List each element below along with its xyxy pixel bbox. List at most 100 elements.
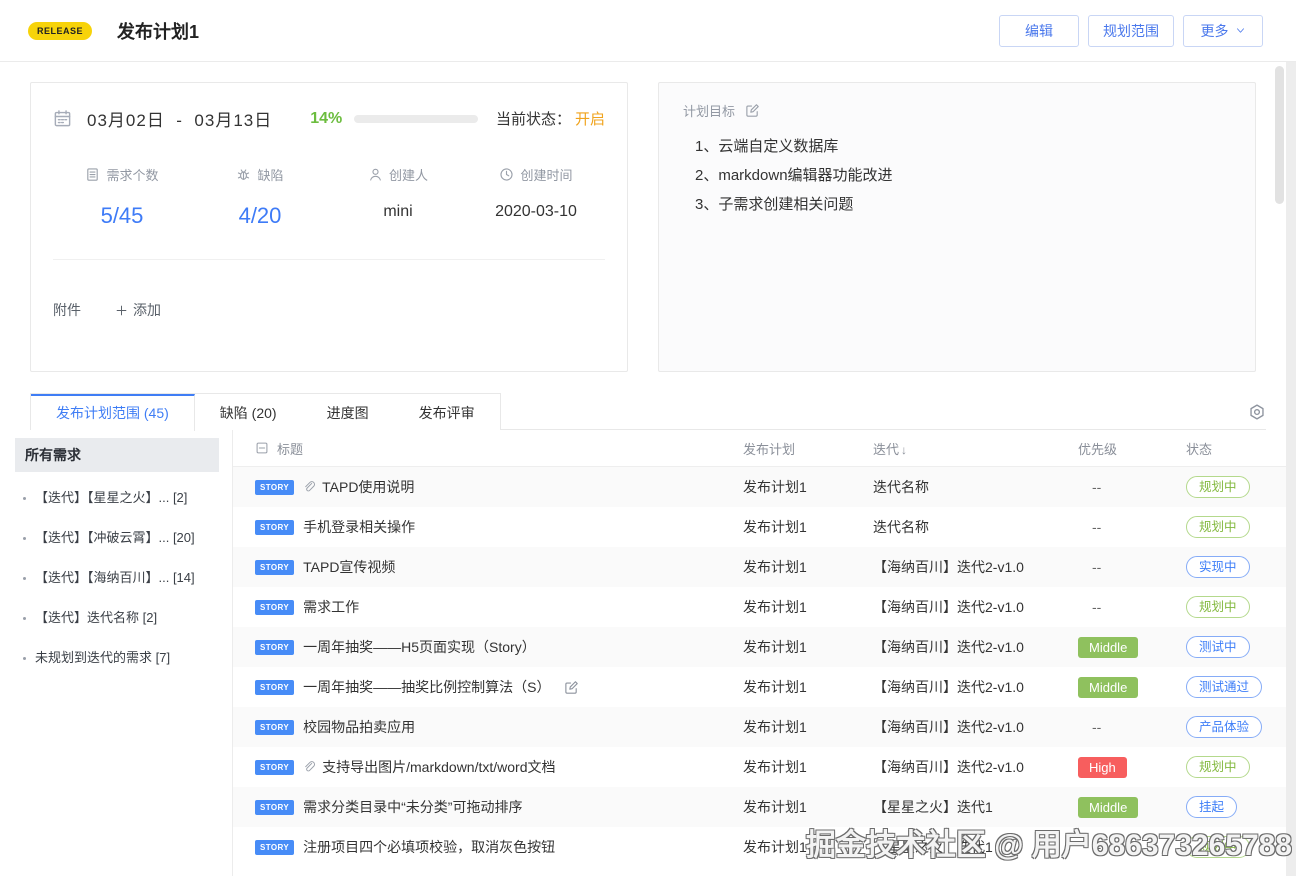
divider [53,259,605,260]
priority-empty: -- [1092,559,1102,575]
cell-iteration: 【海纳百川】迭代2-v1.0 [873,679,1024,695]
row-title-link[interactable]: 需求分类目录中“未分类”可拖动排序 [303,797,522,817]
table-row[interactable]: STORY TAPD使用说明 发布计划1 迭代名称 -- 规划中 [233,467,1296,507]
tab-item[interactable]: 缺陷 (20) [195,394,302,430]
cell-title: STORY 注册项目四个必填项校验，取消灰色按钮 [255,837,743,857]
table-row[interactable]: STORY 校园物品拍卖应用 发布计划1 【海纳百川】迭代2-v1.0 -- 产品体验 [233,707,1296,747]
row-title-link[interactable]: TAPD宣传视频 [303,557,395,577]
status-pill[interactable]: 挂起 [1186,796,1238,818]
plan-scope-button-label: 规划范围 [1103,22,1159,39]
status-pill[interactable]: 规划中 [1186,516,1250,538]
status-pill[interactable]: 规划中 [1186,756,1250,778]
row-title-link[interactable]: 校园物品拍卖应用 [303,717,415,737]
date-range: 03月02日 - 03月13日 [87,106,272,131]
column-iteration[interactable]: 迭代 ↓ [873,439,1078,458]
story-badge: STORY [255,479,295,495]
sidebar-header-all-requirements[interactable]: 所有需求 [15,438,219,472]
add-attachment-button[interactable]: 添加 [115,300,161,320]
sidebar-tree-item[interactable]: 【迭代】【冲破云霄】... [20] [15,518,219,558]
cell-title: STORY TAPD宣传视频 [255,557,743,577]
stat-label: 创建人 [368,165,428,184]
goals-header: 计划目标 [683,101,1231,120]
tab-bar: 发布计划范围 (45) 缺陷 (20) 进度图 发布评审 [30,393,1266,431]
table-row[interactable]: STORY 手机登录相关操作 发布计划1 迭代名称 -- 规划中 [233,507,1296,547]
current-status: 当前状态： 开启 [496,108,605,129]
row-title-link[interactable]: TAPD使用说明 [322,477,414,497]
story-badge: STORY [255,799,295,815]
story-badge: STORY [255,839,295,855]
row-title-link[interactable]: 注册项目四个必填项校验，取消灰色按钮 [303,837,555,857]
stat-item: 缺陷 4/20 [191,165,329,229]
status-pill[interactable]: 测试中 [1186,636,1250,658]
bullet-dot-icon [23,536,26,540]
sidebar-tree-item-label: 【迭代】【海纳百川】... [14] [35,570,195,585]
tab-item[interactable]: 发布评审 [394,394,500,430]
gear-icon[interactable] [1248,403,1266,421]
edit-goals-icon[interactable] [745,103,760,118]
requirements-sidebar: 所有需求 【迭代】【星星之火】... [2] 【迭代】【冲破云霄】... [20]… [0,430,233,876]
table-row[interactable]: STORY 一周年抽奖——抽奖比例控制算法（S） 发布计划1 【海纳百川】迭代2-v1… [233,667,1296,707]
plan-scope-button[interactable]: 规划范围 [1088,14,1174,47]
cell-title: STORY 支持导出图片/markdown/txt/word文档 [255,757,743,777]
sidebar-tree-item[interactable]: 【迭代】迭代名称 [2] [15,598,219,638]
cell-iteration: 【海纳百川】迭代2-v1.0 [873,599,1024,615]
cell-status: 规划中 [1186,596,1296,618]
story-badge: STORY [255,559,295,575]
attachment-row: 附件 添加 [53,300,605,320]
table-row[interactable]: STORY 一周年抽奖——H5页面实现（Story） 发布计划1 【海纳百川】迭代2-… [233,627,1296,667]
cell-title: STORY 一周年抽奖——抽奖比例控制算法（S） [255,677,743,697]
story-badge: STORY [255,759,295,775]
tab-item[interactable]: 进度图 [302,394,394,430]
scrollbar-thumb[interactable] [1275,66,1284,204]
tab-group: 发布计划范围 (45) 缺陷 (20) 进度图 发布评审 [30,393,501,431]
bullet-dot-icon [23,496,26,500]
column-plan: 发布计划 [743,441,796,457]
priority-empty: -- [1092,839,1102,855]
cell-iteration: 迭代名称 [873,519,929,535]
sidebar-tree-item[interactable]: 未规划到迭代的需求 [7] [15,638,219,678]
more-button[interactable]: 更多 [1183,14,1263,47]
cell-status: 测试通过 [1186,676,1296,698]
clock-icon [499,167,514,182]
stat-value[interactable]: 5/45 [53,203,191,229]
status-pill[interactable]: 规划中 [1186,476,1250,498]
scrollbar-track[interactable] [1286,62,1296,876]
paperclip-icon [303,480,316,494]
sidebar-tree-item[interactable]: 【迭代】【星星之火】... [2] [15,478,219,518]
status-pill[interactable]: 产品体验 [1186,716,1263,738]
goals-title: 计划目标 [683,104,736,119]
row-title-link[interactable]: 一周年抽奖——抽奖比例控制算法（S） [303,677,550,697]
edit-row-icon[interactable] [564,680,579,695]
tab-active[interactable]: 发布计划范围 (45) [31,394,195,431]
app-header: RELEASE 发布计划1 编辑 规划范围 更多 [0,0,1296,62]
status-pill[interactable]: 测试通过 [1186,676,1263,698]
table-row[interactable]: STORY 支持导出图片/markdown/txt/word文档 发布计划1 【海纳百… [233,747,1296,787]
sidebar-tree-item[interactable]: 【迭代】【海纳百川】... [14] [15,558,219,598]
overview-card: 03月02日 - 03月13日 14% 当前状态： 开启 需求个数 5/45 缺陷 4/… [30,82,628,372]
row-title-link[interactable]: 一周年抽奖——H5页面实现（Story） [303,637,536,657]
row-title-link[interactable]: 手机登录相关操作 [303,517,415,537]
status-pill[interactable]: 规划中 [1186,836,1250,858]
status-pill[interactable]: 规划中 [1186,596,1250,618]
stat-label-text: 缺陷 [257,168,284,183]
cell-title: STORY 需求分类目录中“未分类”可拖动排序 [255,797,743,817]
stat-value[interactable]: 4/20 [191,203,329,229]
table-row[interactable]: STORY 注册项目四个必填项校验，取消灰色按钮 发布计划1 【星星之火】迭代1 -- 规… [233,827,1296,867]
table-row[interactable]: STORY 需求分类目录中“未分类”可拖动排序 发布计划1 【星星之火】迭代1 Midd… [233,787,1296,827]
chevron-down-icon [1235,25,1246,36]
select-all-checkbox-icon[interactable] [255,441,269,455]
edit-button[interactable]: 编辑 [999,14,1079,47]
edit-button-label: 编辑 [1025,22,1053,39]
column-iteration-label: 迭代 [873,441,900,457]
table-row[interactable]: STORY 需求工作 发布计划1 【海纳百川】迭代2-v1.0 -- 规划中 [233,587,1296,627]
bug-icon [236,167,251,182]
status-pill[interactable]: 实现中 [1186,556,1250,578]
stat-label-text: 创建时间 [520,168,573,183]
date-end: 03月13日 [194,111,273,130]
goals-card: 计划目标 1、云端自定义数据库 2、markdown编辑器功能改进 3、子需求创建相… [658,82,1256,372]
row-title-link[interactable]: 支持导出图片/markdown/txt/word文档 [322,757,555,777]
table-row[interactable]: STORY TAPD宣传视频 发布计划1 【海纳百川】迭代2-v1.0 -- 实现中 [233,547,1296,587]
status-value: 开启 [574,111,605,128]
row-title-link[interactable]: 需求工作 [303,597,359,617]
goal-item: 2、markdown编辑器功能改进 [695,167,893,184]
